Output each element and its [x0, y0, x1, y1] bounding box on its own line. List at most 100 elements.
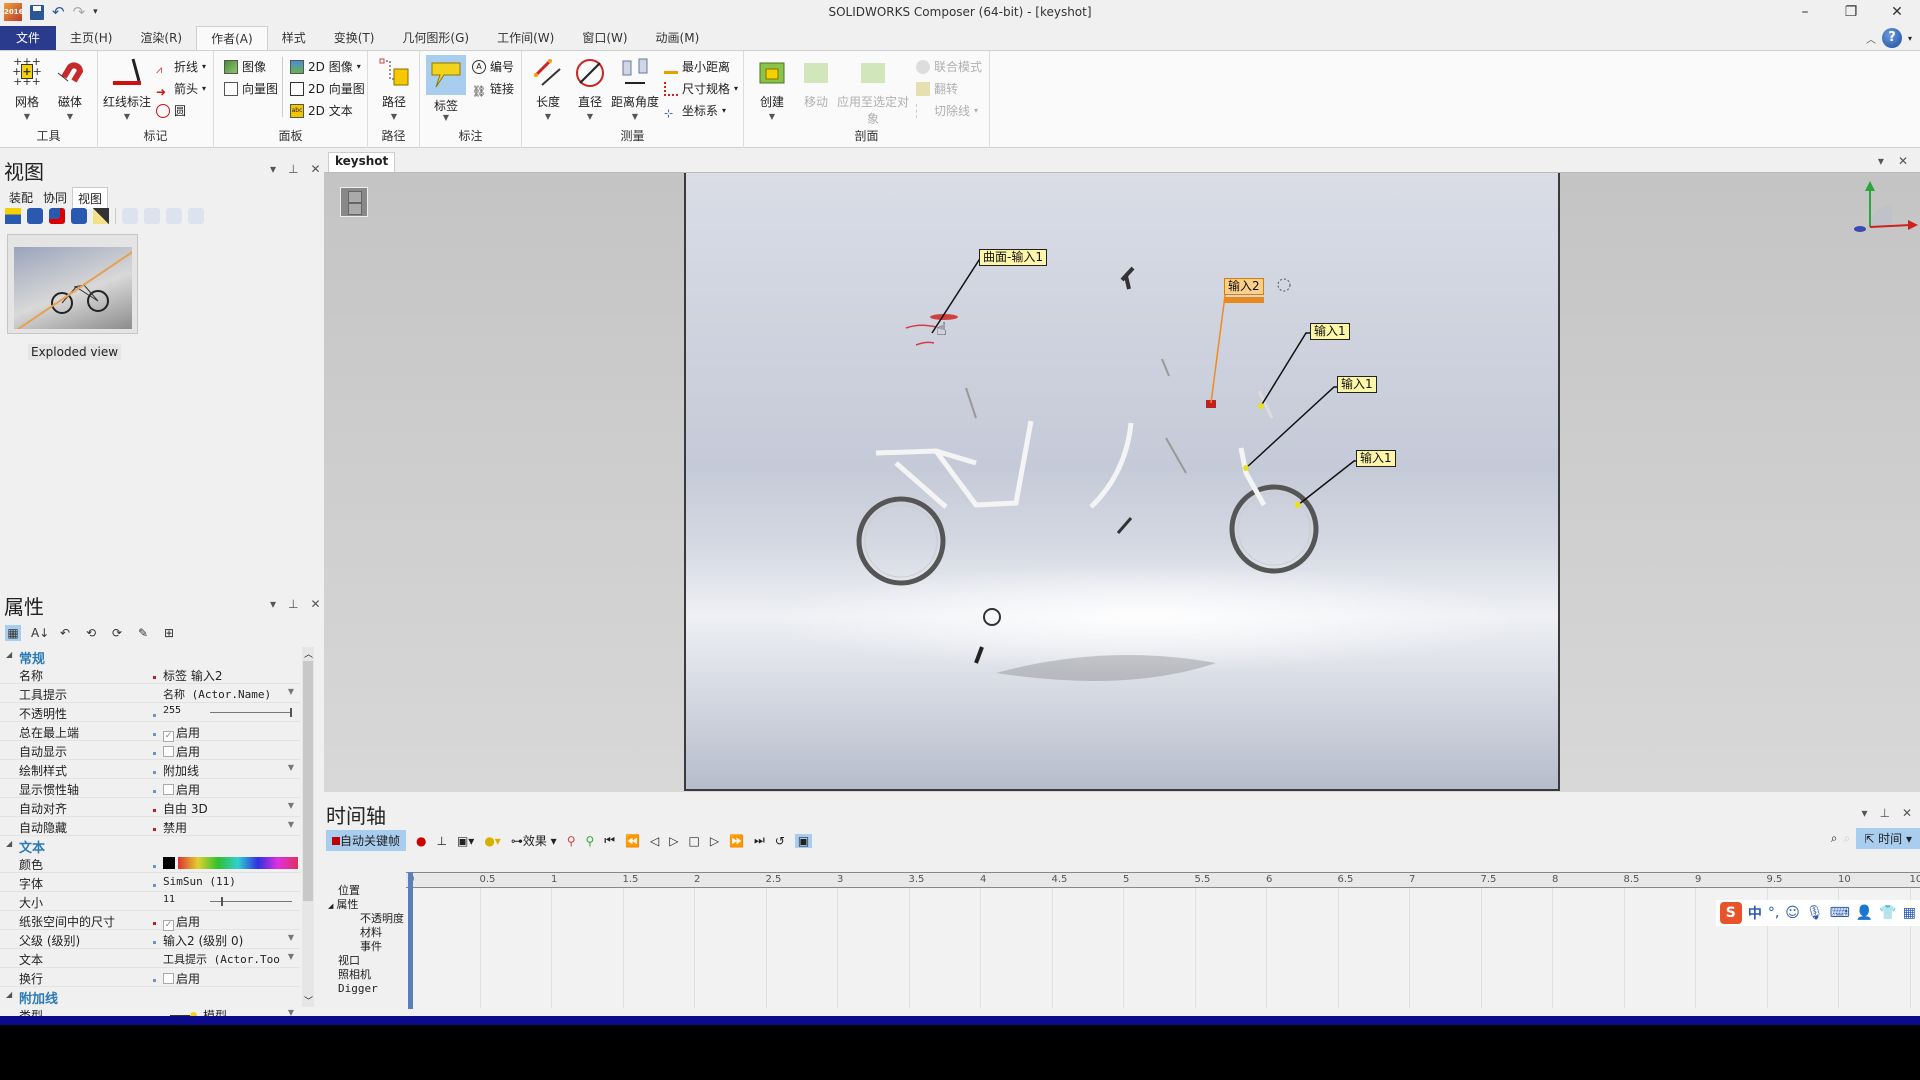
arrow-button[interactable]: ➜ 箭头 ▾ [156, 79, 206, 99]
color-swatch[interactable] [163, 857, 175, 869]
pin-icon[interactable]: ⊥ [288, 597, 298, 611]
circle-button[interactable]: 圆 [156, 101, 186, 121]
property-row[interactable]: 不透明性 255 [0, 703, 300, 722]
sync-props-icon[interactable]: ⟲ [83, 625, 99, 641]
create-view-icon[interactable] [5, 208, 21, 224]
track-label[interactable]: 照相机 [324, 968, 404, 982]
prev-frame-icon[interactable]: ◁ [650, 834, 659, 848]
label-button[interactable] [426, 55, 466, 95]
annotation-label[interactable]: 输入1 [1356, 450, 1396, 467]
subtab-views[interactable]: 视图 [72, 187, 109, 209]
property-row[interactable]: 显示惯性轴 启用 [0, 779, 300, 798]
close-panel-icon[interactable]: ✕ [310, 597, 320, 611]
time-cursor[interactable] [408, 872, 413, 1009]
property-row[interactable]: 工具提示 名称 (Actor.Name) ▼ [0, 684, 300, 703]
color-spectrum[interactable] [178, 857, 298, 869]
pin-icon[interactable]: ⊥ [288, 162, 298, 176]
property-row[interactable]: 换行 启用 [0, 968, 300, 987]
category-general[interactable]: ◢ 常规 [0, 647, 300, 667]
flip-button[interactable]: 翻转 [916, 79, 958, 99]
tab-geometry[interactable]: 几何图形(G) [388, 26, 483, 50]
view-nav-prev-icon[interactable] [144, 208, 160, 224]
help-icon[interactable]: ? [1881, 28, 1902, 48]
microphone-icon[interactable]: 🎙 [1806, 905, 1824, 921]
panel-menu-icon[interactable]: ▾ [270, 597, 276, 611]
sort-alpha-icon[interactable]: A↓ [31, 625, 49, 641]
auto-key-button[interactable]: 自动关键帧 [326, 830, 407, 851]
property-row[interactable]: 自动隐藏 禁用 ▼ [0, 817, 300, 836]
number-button[interactable]: A 编号 [472, 57, 514, 77]
tab-workshops[interactable]: 工作间(W) [483, 26, 568, 50]
property-row[interactable]: 颜色 [0, 854, 300, 873]
apply-to-selected-button[interactable]: 应用至选定对象 [836, 57, 910, 127]
toolbox-icon[interactable]: ▦ [1903, 905, 1916, 921]
magnet-button[interactable]: 磁体 ▼ [48, 57, 92, 121]
link-button[interactable]: ⛓ 链接 [472, 79, 514, 99]
sogou-logo-icon[interactable]: S [1719, 902, 1742, 924]
category-text[interactable]: ◢ 文本 [0, 836, 300, 856]
tab-transform[interactable]: 变换(T) [320, 26, 389, 50]
opacity-slider[interactable] [210, 708, 292, 717]
eyedropper-icon[interactable]: ✎ [135, 625, 151, 641]
key-position-icon[interactable]: ⊥ [437, 834, 447, 848]
close-document-icon[interactable]: ✕ [1898, 154, 1908, 168]
size-slider[interactable] [210, 897, 292, 906]
brush-icon[interactable] [93, 208, 109, 224]
move-section-button[interactable]: 移动 [794, 57, 838, 110]
effects-button[interactable]: ⊶效果 ▾ [511, 832, 557, 849]
axis-triad-icon[interactable] [1840, 177, 1920, 237]
tab-style[interactable]: 样式 [268, 26, 320, 50]
property-row[interactable]: 文本 工具提示 (Actor.Too ▼ [0, 949, 300, 968]
view-thumbnail[interactable] [7, 234, 138, 334]
tab-animation[interactable]: 动画(M) [642, 26, 714, 50]
union-mode-button[interactable]: 联合模式 [916, 57, 982, 77]
property-row[interactable]: 父级 (级别) 输入2 (级别 0) ▼ [0, 930, 300, 949]
tab-home[interactable]: 主页(H) [56, 26, 126, 50]
track-label[interactable]: 材料 [324, 926, 404, 940]
pin-icon[interactable]: ⊥ [1879, 806, 1889, 820]
length-button[interactable]: 长度 ▼ [526, 57, 570, 121]
tab-render[interactable]: 渲染(R) [126, 26, 196, 50]
loop-icon[interactable]: ↺ [775, 834, 785, 848]
filter-keys-icon[interactable]: ⚲ [585, 834, 594, 848]
go-start-icon[interactable]: ⏮ [604, 833, 615, 848]
image-2d-button[interactable]: 2D 图像 ▾ [290, 57, 361, 77]
3d-viewport[interactable]: 曲面-输入1 输入2 输入1 输入1 输入1 ☝ [324, 172, 1920, 792]
category-attachment[interactable]: ◢ 附加线 [0, 987, 300, 1007]
help-dropdown-icon[interactable]: ▾ [1908, 34, 1912, 43]
text-2d-button[interactable]: abc 2D 文本 [290, 101, 353, 121]
annotation-label[interactable]: 输入1 [1337, 376, 1377, 393]
vector-button[interactable]: 向量图 [224, 79, 278, 99]
minimize-button[interactable]: – [1782, 0, 1828, 26]
ime-punct[interactable]: °, [1768, 905, 1779, 921]
property-row[interactable]: 字体 SimSun (11) [0, 873, 300, 892]
close-panel-icon[interactable]: ✕ [310, 162, 320, 176]
next-frame-icon[interactable]: ▷ [710, 834, 719, 848]
annotation-label[interactable]: 输入1 [1310, 323, 1350, 340]
property-row[interactable]: 自动显示 启用 [0, 741, 300, 760]
property-row[interactable]: 名称 标签 输入2 [0, 665, 300, 684]
path-button[interactable]: 路径 ▼ [372, 57, 416, 121]
label-dropdown-icon[interactable]: ▼ [426, 113, 466, 122]
time-ruler[interactable]: 00.511.522.533.544.555.566.577.588.599.5… [406, 872, 1920, 888]
properties-scrollbar[interactable]: ︿ ﹀ [302, 647, 314, 1007]
camera-sync-icon[interactable]: ▣ [794, 833, 813, 848]
distance-angle-button[interactable]: 距离角度 ▼ [610, 57, 660, 121]
subtab-collaboration[interactable]: 协同 [38, 187, 72, 209]
ime-mode[interactable]: 中 [1748, 903, 1762, 923]
checkbox[interactable] [163, 746, 174, 757]
property-row[interactable]: 纸张空间中的尺寸 ✓ 启用 [0, 911, 300, 931]
label-button-text[interactable]: 标签 [426, 97, 466, 114]
track-label[interactable]: 不透明度 [324, 912, 404, 926]
update-view-icon[interactable] [27, 208, 43, 224]
property-row[interactable]: 大小 11 [0, 892, 300, 911]
timeline-track-grid[interactable] [406, 888, 1920, 1008]
track-label[interactable]: Digger [324, 982, 404, 996]
go-end-icon[interactable]: ⏭ [754, 833, 765, 848]
time-mode-button[interactable]: ⇱ 时间 ▾ [1856, 828, 1920, 849]
document-menu-icon[interactable]: ▾ [1878, 154, 1884, 168]
emoji-icon[interactable]: ☺ [1785, 905, 1800, 921]
track-label[interactable]: 视口 [324, 954, 404, 968]
categorized-icon[interactable]: ▦ [5, 625, 21, 641]
track-label[interactable]: 事件 [324, 940, 404, 954]
